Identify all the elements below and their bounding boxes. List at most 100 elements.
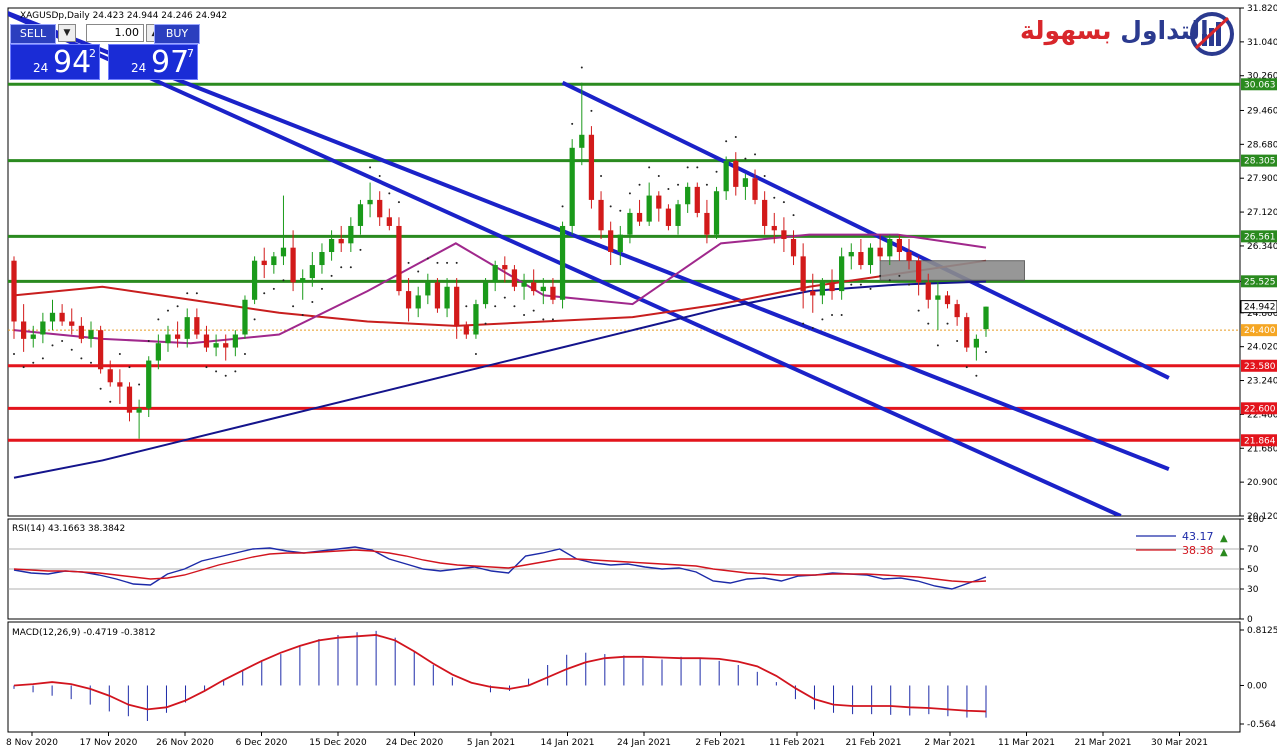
candle-body xyxy=(742,178,749,187)
sar-dot xyxy=(465,305,468,308)
sar-dot xyxy=(705,183,708,186)
candle-body xyxy=(194,317,200,335)
sar-dot xyxy=(927,322,930,325)
sar-dot xyxy=(965,366,968,369)
rsi-tick-label: 0 xyxy=(1247,615,1253,625)
date-tick-label: 2 Feb 2021 xyxy=(695,738,745,747)
candle-body xyxy=(174,334,181,339)
sar-dot xyxy=(118,353,121,356)
sar-dot xyxy=(224,374,227,377)
level-tag-label: 23.580 xyxy=(1244,362,1276,372)
candle-body xyxy=(579,134,585,148)
candle-body xyxy=(463,325,469,335)
candle-body xyxy=(30,334,36,339)
sar-dot xyxy=(619,209,622,212)
level-tag-label: 28.305 xyxy=(1244,157,1276,167)
date-tick-label: 2 Mar 2021 xyxy=(924,738,975,747)
sar-dot xyxy=(32,361,35,364)
sell-button[interactable]: SELL xyxy=(10,24,56,44)
sar-dot xyxy=(696,166,699,169)
sar-dot xyxy=(773,196,776,199)
rsi-value-label: 43.17 xyxy=(1182,530,1214,543)
candle-body xyxy=(405,291,412,309)
logo-text-red: بسهولة xyxy=(1020,16,1112,45)
candle-body xyxy=(598,199,604,231)
candle-body xyxy=(790,238,797,257)
candle-body xyxy=(800,256,806,292)
candle-body xyxy=(935,295,941,300)
lot-dropdown-arrow-icon[interactable]: ▼ xyxy=(58,24,76,42)
sar-dot xyxy=(417,270,420,273)
sar-dot xyxy=(195,292,198,295)
candle-body xyxy=(685,186,691,205)
sar-dot xyxy=(22,366,25,369)
sar-dot xyxy=(898,274,901,277)
level-tag-label: 30.063 xyxy=(1244,80,1276,90)
sar-dot xyxy=(359,248,362,251)
sell-price-sup: 2 xyxy=(89,47,96,60)
candle-body xyxy=(627,212,633,235)
brand-logo: التداول بسهولة xyxy=(1020,8,1234,60)
sar-dot xyxy=(542,318,545,321)
lot-size-input[interactable]: 1.00 xyxy=(86,24,144,42)
price-tick-label: 26.340 xyxy=(1247,242,1277,252)
candle-body xyxy=(319,252,325,266)
sar-dot xyxy=(811,326,814,329)
sar-dot xyxy=(628,192,631,195)
sar-dot xyxy=(89,361,92,364)
sar-dot xyxy=(397,201,400,204)
candle-body xyxy=(107,369,113,383)
sar-dot xyxy=(407,261,410,264)
sar-dot xyxy=(253,318,256,321)
candle-body xyxy=(858,252,864,266)
candle-body xyxy=(973,338,979,348)
candle-body xyxy=(492,265,498,283)
sar-dot xyxy=(455,261,458,264)
date-tick-label: 11 Mar 2021 xyxy=(998,738,1055,747)
candle-body xyxy=(608,230,614,253)
date-tick-label: 14 Jan 2021 xyxy=(541,738,595,747)
sar-dot xyxy=(292,305,295,308)
rsi-signal-label: 38.38 xyxy=(1182,544,1214,557)
sar-dot xyxy=(494,305,497,308)
supply-zone-box xyxy=(879,260,1025,281)
candle-body xyxy=(300,278,306,283)
candle-body xyxy=(752,178,758,200)
sell-quote[interactable]: 24 94 2 xyxy=(10,44,100,80)
candle-body xyxy=(569,147,575,226)
candle-body xyxy=(617,234,623,253)
candle-body xyxy=(223,343,229,348)
sar-dot xyxy=(869,287,872,290)
macd-title: MACD(12,26,9) -0.4719 -0.3812 xyxy=(12,628,156,638)
macd-tick-label: 0.00 xyxy=(1247,681,1267,691)
candle-body xyxy=(916,260,922,283)
sar-dot xyxy=(859,283,862,286)
sar-dot xyxy=(802,322,805,325)
buy-quote[interactable]: 24 97 7 xyxy=(108,44,198,80)
logo-text: التداول بسهولة xyxy=(1020,16,1209,45)
candle-body xyxy=(136,408,142,413)
candle-body xyxy=(434,282,441,309)
buy-button[interactable]: BUY xyxy=(154,24,200,44)
sar-dot xyxy=(503,296,506,299)
candle-body xyxy=(531,282,537,292)
rsi-up-arrow-icon: ▲ xyxy=(1220,533,1228,544)
sar-dot xyxy=(340,266,343,269)
candle-body xyxy=(521,282,527,287)
sar-dot xyxy=(648,166,651,169)
price-tick-label: 27.120 xyxy=(1247,208,1277,218)
sar-dot xyxy=(109,400,112,403)
sar-dot xyxy=(311,300,314,303)
date-tick-label: 21 Feb 2021 xyxy=(845,738,901,747)
date-tick-label: 15 Dec 2020 xyxy=(309,738,367,747)
date-tick-label: 17 Nov 2020 xyxy=(80,738,138,747)
candle-body xyxy=(713,191,720,235)
buy-price-big: 97 xyxy=(151,45,190,80)
sar-dot xyxy=(763,175,766,178)
candle-body xyxy=(925,282,931,300)
date-tick-label: 8 Nov 2020 xyxy=(6,738,58,747)
sar-dot xyxy=(436,261,439,264)
candle-body xyxy=(146,360,152,409)
candle-body xyxy=(454,286,460,326)
sar-dot xyxy=(369,166,372,169)
